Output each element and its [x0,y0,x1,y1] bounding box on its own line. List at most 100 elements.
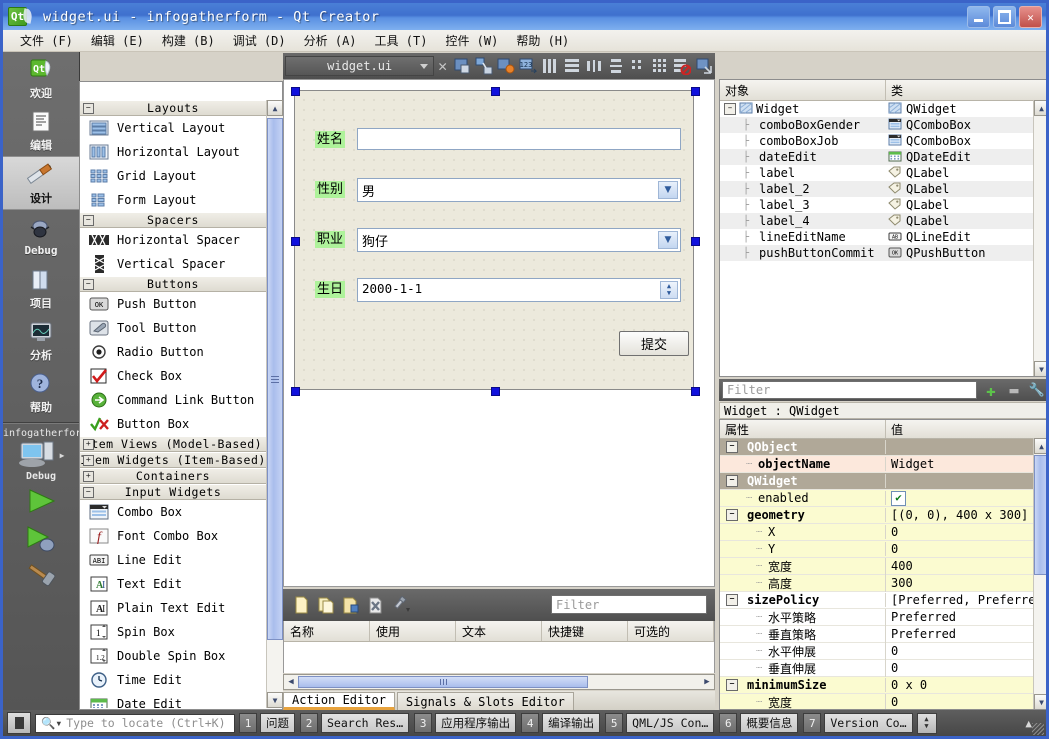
action-editor-table[interactable]: 名称 使用 文本 快捷键 可选的 [283,621,715,673]
resize-handle-bc[interactable] [491,387,500,396]
property-value-cell[interactable]: 0 [886,525,1046,539]
property-row-minimumSize[interactable]: − minimumSize 0 x 0 [720,677,1046,694]
resize-handle-tl[interactable] [291,87,300,96]
property-value-cell[interactable]: 400 [886,559,1046,573]
action-column-4[interactable]: 可选的 [628,621,714,641]
bottom-tab-1[interactable]: Signals & Slots Editor [396,692,574,710]
designed-form[interactable]: 姓名 性别 男 ▼ 职业 狗仔 ▼ 生日 2000-1-1 ▲ ▼ 提交 [294,90,694,390]
form-combo-gender[interactable]: 男 ▼ [357,178,681,202]
edit-action-icon[interactable] [341,595,361,615]
property-row-sizePolicy[interactable]: − sizePolicy [Preferred, Preferred… [720,592,1046,609]
new-action-icon[interactable] [291,595,311,615]
form-line-edit-name[interactable] [357,128,681,150]
edit-buddies-icon[interactable] [495,55,517,77]
copy-action-icon[interactable] [316,595,336,615]
property-row-宽度[interactable]: ┈ 宽度 0 [720,693,1046,709]
widgetbox-category-input-widgets[interactable]: − Input Widgets [80,484,266,500]
resize-handle-mr[interactable] [691,237,700,246]
property-row-Y[interactable]: ┈ Y 0 [720,541,1046,558]
resize-handle-tc[interactable] [491,87,500,96]
action-column-3[interactable]: 快捷键 [542,621,628,641]
widget-item-form-layout[interactable]: Form Layout [80,188,266,212]
resize-handle-tr[interactable] [691,87,700,96]
property-row-objectName[interactable]: ┈ objectName Widget [720,456,1046,473]
property-scrollbar[interactable]: ▲ ▼ [1033,438,1046,709]
widgetbox-category-layouts[interactable]: − Layouts [80,100,266,116]
chevron-down-icon[interactable]: ▼ [658,231,678,249]
property-row-水平策略[interactable]: ┈ 水平策略 Preferred [720,608,1046,626]
property-value-cell[interactable]: 0 [886,644,1046,658]
object-row-comboBoxGender[interactable]: ├ comboBoxGender QComboBox [720,117,1046,133]
scroll-down-button[interactable]: ▼ [267,692,283,708]
menu-item-1[interactable]: 编辑 (E) [82,30,153,51]
adjust-size-icon[interactable] [693,55,715,77]
resize-handle-br[interactable] [691,387,700,396]
widget-item-combo-box[interactable]: Combo Box [80,500,266,524]
property-row-X[interactable]: ┈ X 0 [720,524,1046,541]
widget-item-line-edit[interactable]: ABI Line Edit [80,548,266,572]
widget-item-text-edit[interactable]: A I Text Edit [80,572,266,596]
property-scroll-thumb[interactable] [1034,455,1046,575]
form-label-birthday[interactable]: 生日 [315,281,346,298]
property-editor-table[interactable]: 属性 值 − QObject ┈ objectName Widget − QWidget ┈ e… [719,419,1046,710]
open-file-combo[interactable]: widget.ui [285,56,435,76]
action-filter-input[interactable]: Filter [551,595,707,614]
widget-item-double-spin-box[interactable]: 1.2 Double Spin Box [80,644,266,668]
property-value-cell[interactable]: Preferred [886,627,1046,641]
menu-item-0[interactable]: 文件 (F) [11,30,82,51]
widget-item-push-button[interactable]: OK Push Button [80,292,266,316]
form-canvas[interactable]: 姓名 性别 男 ▼ 职业 狗仔 ▼ 生日 2000-1-1 ▲ ▼ 提交 [283,79,715,587]
resize-handle-bl[interactable] [291,387,300,396]
mode-编辑[interactable]: 编辑 [3,104,79,156]
layout-grid-icon[interactable] [649,55,671,77]
action-column-1[interactable]: 使用 [370,621,456,641]
property-value-cell[interactable]: 0 [886,695,1046,709]
property-row-垂直策略[interactable]: ┈ 垂直策略 Preferred [720,625,1046,643]
property-row-水平伸展[interactable]: ┈ 水平伸展 0 [720,642,1046,660]
widget-item-horizontal-layout[interactable]: Horizontal Layout [80,140,266,164]
close-document-button[interactable]: ✕ [434,57,451,75]
property-filter-input[interactable]: Filter [722,381,977,399]
toggle-sidebar-button[interactable] [7,712,31,734]
property-value-cell[interactable]: ✔ [886,490,1046,506]
property-value-cell[interactable]: Preferred [886,610,1046,624]
chevron-down-icon[interactable]: ▼ [658,181,678,199]
spinner-arrows-icon[interactable]: ▲ ▼ [660,281,678,299]
menu-item-4[interactable]: 分析 (A) [295,30,366,51]
expander-toggle[interactable]: − [726,594,738,606]
property-value-cell[interactable]: [(0, 0), 400 x 300] [886,508,1046,522]
resize-grip[interactable] [1032,723,1044,735]
layout-horizontally-icon[interactable] [539,55,561,77]
object-row-lineEditName[interactable]: ├ lineEditName AB QLineEdit [720,229,1046,245]
property-row-垂直伸展[interactable]: ┈ 垂直伸展 0 [720,659,1046,677]
expander-toggle[interactable]: − [83,487,94,498]
remove-property-icon[interactable]: ▬ [1005,381,1023,399]
collapse-output-icon[interactable]: ▲ [1025,717,1032,730]
menu-item-7[interactable]: 帮助 (H) [507,30,578,51]
expander-toggle[interactable]: − [726,509,738,521]
property-row-宽度[interactable]: ┈ 宽度 400 [720,557,1046,575]
form-submit-button[interactable]: 提交 [619,331,689,356]
scroll-thumb[interactable] [267,118,283,640]
build-hammer-icon[interactable] [24,561,58,590]
mode-欢迎[interactable]: Qt 欢迎 [3,52,79,104]
maximize-button[interactable] [993,6,1016,28]
form-label-job[interactable]: 职业 [315,231,346,248]
property-value-cell[interactable]: Widget [886,457,1046,471]
output-pane-selector[interactable]: ▲ ▼ [916,712,937,734]
form-label-gender[interactable]: 性别 [315,181,346,198]
output-pane-5[interactable]: 5 QML/JS Con… [605,713,715,733]
property-row-geometry[interactable]: − geometry [(0, 0), 400 x 300] [720,507,1046,524]
scroll-up-button[interactable]: ▲ [267,100,283,116]
property-row-QWidget[interactable]: − QWidget [720,473,1046,490]
action-table-hscrollbar[interactable]: ◀ ▶ [283,674,715,690]
expander-toggle[interactable]: − [726,679,738,691]
action-column-2[interactable]: 文本 [456,621,542,641]
expander-toggle[interactable]: − [83,279,94,290]
hscroll-thumb[interactable] [298,676,588,688]
property-rows[interactable]: − QObject ┈ objectName Widget − QWidget ┈ enable… [720,439,1046,709]
object-row-label_2[interactable]: ├ label_2 QLabel [720,181,1046,197]
object-row-pushButtonCommit[interactable]: ├ pushButtonCommit OK QPushButton [720,245,1046,261]
scroll-right-button[interactable]: ▶ [700,677,714,687]
form-date-edit[interactable]: 2000-1-1 ▲ ▼ [357,278,681,302]
